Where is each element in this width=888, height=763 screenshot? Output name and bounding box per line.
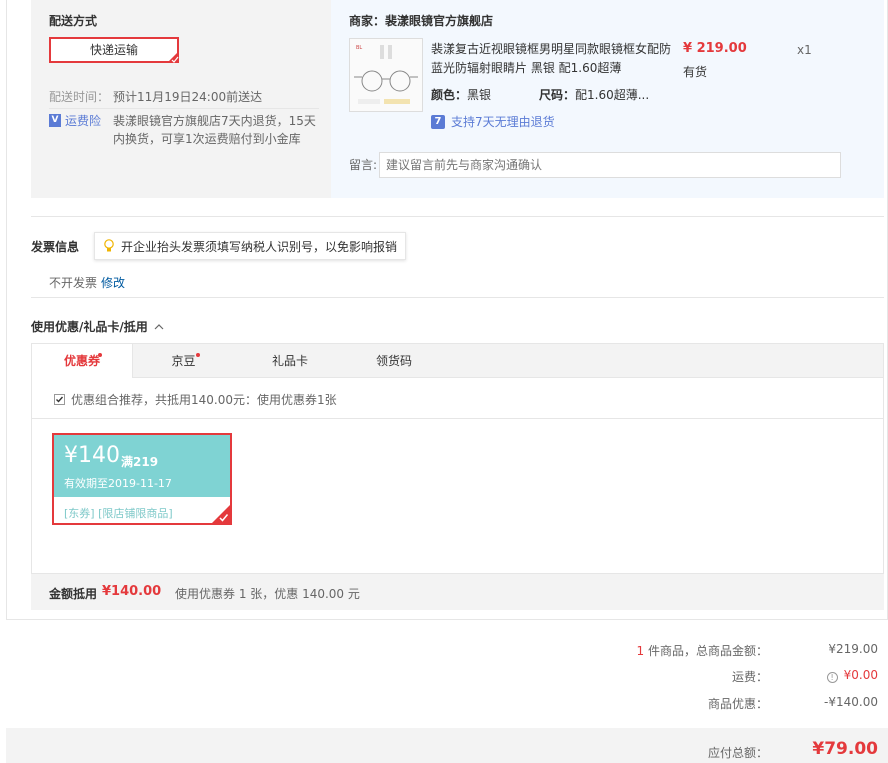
freight-row: 运费： ! ¥0.00 xyxy=(578,668,878,686)
info-icon[interactable]: ! xyxy=(826,672,838,683)
divider xyxy=(31,216,884,217)
size-value: 配1.60超薄... xyxy=(575,88,650,102)
tab-redeem-code[interactable]: 领货码 xyxy=(346,344,442,379)
color-label: 颜色： xyxy=(431,88,468,102)
coupon-section-toggle[interactable]: 使用优惠/礼品卡/抵用 xyxy=(31,318,164,335)
product-section: 商家：裴漾眼镜官方旗舰店 BL 裴漾复古近视眼镜框男明星同款眼镜框女配防蓝光防辐… xyxy=(331,0,884,198)
invoice-tip-text: 开企业抬头发票须填写纳税人识别号，以免影响报销 xyxy=(121,239,398,254)
svg-text:BL: BL xyxy=(356,45,362,51)
lightbulb-icon xyxy=(104,239,114,252)
message-label: 留言: xyxy=(349,158,378,172)
payable-bar: 应付总额： ¥79.00 xyxy=(6,728,888,763)
coupon-condition: 满219 xyxy=(121,455,159,469)
invoice-edit-link[interactable]: 修改 xyxy=(101,274,125,291)
tab-dot-indicator xyxy=(196,353,200,357)
tab-redeem-code-label: 领货码 xyxy=(375,354,412,368)
product-name[interactable]: 裴漾复古近视眼镜框男明星同款眼镜框女配防蓝光防辐射眼睛片 黑银 配1.60超薄 xyxy=(431,40,681,78)
summary-description: 使用优惠券 1 张，优惠 140.00 元 xyxy=(175,587,360,601)
freight-value: ¥0.00 xyxy=(843,668,878,682)
return-policy-text: 支持7天无理由退货 xyxy=(451,115,555,129)
product-quantity: x1 xyxy=(797,43,812,57)
shipping-method-label: 快递运输 xyxy=(89,43,138,57)
tab-dot-indicator xyxy=(98,353,102,357)
product-price: ¥ 219.00 xyxy=(683,41,747,56)
payable-value: ¥79.00 xyxy=(812,739,878,759)
product-color: 颜色：黑银 xyxy=(431,86,491,103)
goods-total-row: 1 件商品，总商品金额： ¥219.00 xyxy=(578,642,878,660)
combo-recommend-text: 优惠组合推荐，共抵用140.00元：使用优惠券1张 xyxy=(71,393,337,407)
goods-count: 1 xyxy=(636,644,645,658)
combo-recommend-checkbox[interactable]: 优惠组合推荐，共抵用140.00元：使用优惠券1张 xyxy=(54,391,337,408)
product-stock: 有货 xyxy=(683,65,708,79)
size-label: 尺码： xyxy=(539,88,576,102)
coupon-section-title: 使用优惠/礼品卡/抵用 xyxy=(31,320,148,334)
tab-coupons-label: 优惠券 xyxy=(63,354,100,368)
discount-value: -¥140.00 xyxy=(824,695,878,709)
summary-label: 金额抵用 xyxy=(49,587,98,601)
product-size: 尺码：配1.60超薄... xyxy=(539,86,649,103)
divider xyxy=(32,418,883,419)
glasses-image-icon: BL xyxy=(350,39,422,111)
invoice-value: 不开发票 xyxy=(49,276,98,290)
shipping-title: 配送方式 xyxy=(49,14,98,28)
coupon-tags: [东券] [限店铺限商品] xyxy=(64,507,173,520)
invoice-title: 发票信息 xyxy=(31,240,80,254)
coupon-card-header: ¥140 满219 有效期至2019-11-17 xyxy=(54,435,230,497)
shield-icon: V xyxy=(49,114,61,127)
coupon-amount: ¥140 xyxy=(64,443,120,468)
discount-label: 商品优惠： xyxy=(707,697,768,711)
divider xyxy=(31,297,884,298)
freight-value-wrap: ! ¥0.00 xyxy=(826,668,878,683)
tab-jingdou-label: 京豆 xyxy=(171,354,196,368)
goods-total-label: 1 件商品，总商品金额： xyxy=(637,642,768,659)
merchant-name: 商家：裴漾眼镜官方旗舰店 xyxy=(349,14,494,28)
insurance-badge[interactable]: V 运费险 xyxy=(49,112,101,129)
coupon-tabs: 优惠券 京豆 礼品卡 领货码 xyxy=(31,343,884,380)
discount-row: 商品优惠： -¥140.00 xyxy=(578,695,878,713)
tab-jingdou[interactable]: 京豆 xyxy=(133,344,234,379)
shipping-section: 配送方式 快递运输 配送时间： 预计11月19日24:00前送达 V 运费险 裴… xyxy=(31,0,331,198)
goods-total-value: ¥219.00 xyxy=(828,642,878,656)
tab-gift-card[interactable]: 礼品卡 xyxy=(234,344,346,379)
chevron-up-icon xyxy=(154,323,164,329)
color-value: 黑银 xyxy=(467,88,492,102)
seven-day-icon: 7 xyxy=(431,114,445,129)
coupon-summary-bar: 金额抵用 ¥140.00 使用优惠券 1 张，优惠 140.00 元 xyxy=(31,574,884,610)
coupon-card[interactable]: ¥140 满219 有效期至2019-11-17 [东券] [限店铺限商品] xyxy=(52,433,232,525)
tab-coupons[interactable]: 优惠券 xyxy=(32,344,133,380)
message-input[interactable] xyxy=(379,152,841,178)
selected-corner-icon xyxy=(167,51,179,63)
insurance-label: 运费险 xyxy=(65,114,102,128)
ship-time-label: 配送时间： xyxy=(49,90,110,104)
insurance-text: 裴漾眼镜官方旗舰店7天内退货，15天内换货，可享1次运费赔付到小金库 xyxy=(113,114,316,146)
return-policy-link[interactable]: 7 支持7天无理由退货 xyxy=(431,113,555,130)
order-panel: 配送方式 快递运输 配送时间： 预计11月19日24:00前送达 V 运费险 裴… xyxy=(6,0,888,620)
shipping-product-block: 配送方式 快递运输 配送时间： 预计11月19日24:00前送达 V 运费险 裴… xyxy=(31,0,884,198)
summary-amount: ¥140.00 xyxy=(102,584,162,599)
goods-total-text: 件商品，总商品金额： xyxy=(647,644,768,658)
payable-label: 应付总额： xyxy=(707,746,768,760)
coupon-panel: 优惠组合推荐，共抵用140.00元：使用优惠券1张 ¥140 满219 有效期至… xyxy=(31,378,884,574)
coupon-validity: 有效期至2019-11-17 xyxy=(64,477,172,490)
invoice-tip: 开企业抬头发票须填写纳税人识别号，以免影响报销 xyxy=(94,232,406,260)
shipping-method-button[interactable]: 快递运输 xyxy=(49,37,179,63)
freight-label: 运费： xyxy=(731,670,768,684)
selected-corner-icon xyxy=(212,505,230,523)
divider xyxy=(49,108,319,109)
checkbox-checked-icon xyxy=(54,394,65,405)
ship-time-value: 预计11月19日24:00前送达 xyxy=(113,90,263,104)
tab-gift-card-label: 礼品卡 xyxy=(271,354,308,368)
product-image[interactable]: BL xyxy=(349,38,423,112)
